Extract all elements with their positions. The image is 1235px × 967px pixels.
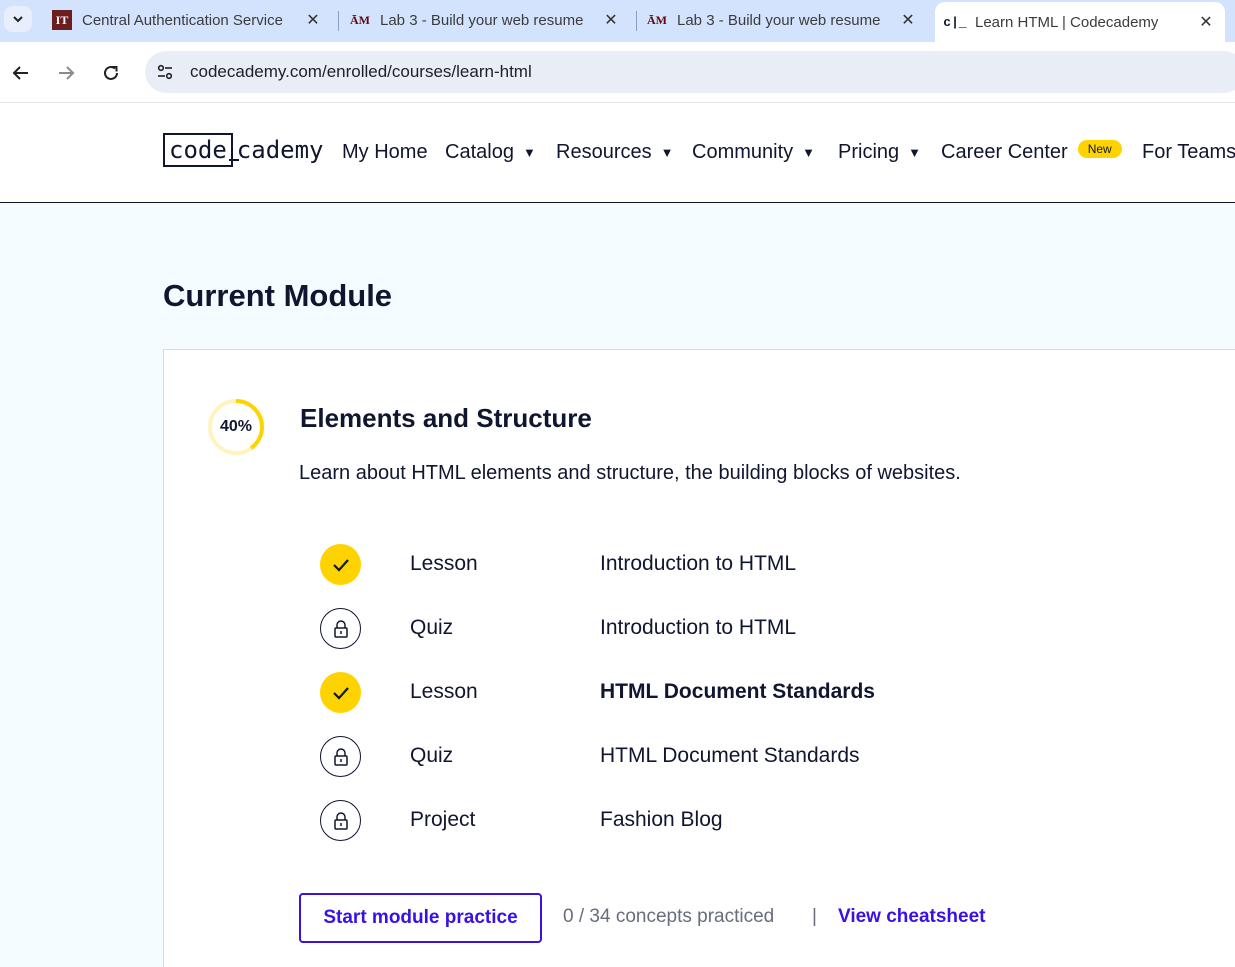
close-icon[interactable]: ✕ xyxy=(602,10,620,30)
item-name: Introduction to HTML xyxy=(600,616,797,639)
nav-pricing[interactable]: Pricing ▼ xyxy=(838,141,921,164)
tune-icon xyxy=(157,64,173,80)
item-name: HTML Document Standards xyxy=(600,680,875,703)
codecademy-logo[interactable]: code cademy xyxy=(163,133,324,167)
tab-separator xyxy=(338,11,339,31)
tab-lab3-resume-1[interactable]: ĀM Lab 3 - Build your web resume ✕ xyxy=(350,0,632,40)
caret-down-icon: ▼ xyxy=(522,145,536,160)
item-type: Quiz xyxy=(410,744,454,767)
caret-down-icon: ▼ xyxy=(660,145,674,160)
nav-label: Catalog xyxy=(445,141,514,163)
item-type: Lesson xyxy=(410,552,478,575)
view-cheatsheet-link[interactable]: View cheatsheet xyxy=(838,906,986,928)
logo-box-text: code xyxy=(163,133,233,167)
back-button[interactable] xyxy=(8,60,34,86)
lock-icon xyxy=(320,736,361,777)
item-name: HTML Document Standards xyxy=(600,744,860,767)
nav-community[interactable]: Community ▼ xyxy=(692,141,815,164)
start-module-practice-button[interactable]: Start module practice xyxy=(299,893,542,943)
nav-label: Community xyxy=(692,141,794,163)
new-badge: New xyxy=(1077,139,1122,158)
module-item-row[interactable]: Lesson HTML Document Standards xyxy=(320,672,1020,714)
module-item-row[interactable]: Project Fashion Blog xyxy=(320,800,1020,842)
arrow-left-icon xyxy=(12,66,28,80)
tamu-favicon-icon: ĀM xyxy=(647,12,667,27)
tab-title: Lab 3 - Build your web resume xyxy=(677,11,881,29)
nav-label: My Home xyxy=(342,141,428,163)
tamu-favicon-icon: ĀM xyxy=(350,12,370,27)
logo-rest-text: cademy xyxy=(236,136,324,164)
item-type: Quiz xyxy=(410,616,454,639)
site-info-button[interactable] xyxy=(153,60,177,84)
item-name: Fashion Blog xyxy=(600,808,723,831)
nav-label: Pricing xyxy=(838,141,900,163)
caret-down-icon: ▼ xyxy=(802,145,816,160)
close-icon[interactable]: ✕ xyxy=(1197,12,1215,32)
lock-icon xyxy=(320,608,361,649)
module-description: Learn about HTML elements and structure,… xyxy=(299,462,961,484)
checkmark-icon xyxy=(320,672,361,713)
nav-resources[interactable]: Resources ▼ xyxy=(556,141,673,164)
site-header: code cademy My Home Catalog ▼ Resources ▼… xyxy=(0,103,1235,203)
nav-label: For Teams xyxy=(1142,141,1235,163)
nav-label: Career Center xyxy=(941,141,1068,163)
caret-down-icon: ▼ xyxy=(908,145,922,160)
module-item-row[interactable]: Lesson Introduction to HTML xyxy=(320,544,1020,586)
address-bar[interactable]: codecademy.com/enrolled/courses/learn-ht… xyxy=(145,51,1235,93)
close-icon[interactable]: ✕ xyxy=(304,10,322,30)
item-type: Lesson xyxy=(410,680,478,703)
tab-separator xyxy=(636,11,637,31)
item-type: Project xyxy=(410,808,476,831)
progress-percent: 40% xyxy=(219,418,253,435)
tab-search-button[interactable] xyxy=(4,6,32,32)
tab-title: Lab 3 - Build your web resume xyxy=(380,11,584,29)
url-text: codecademy.com/enrolled/courses/learn-ht… xyxy=(190,62,532,81)
reload-icon xyxy=(104,65,118,80)
nav-label: Resources xyxy=(556,141,652,163)
chevron-down-icon xyxy=(13,16,23,23)
checkmark-icon xyxy=(320,544,361,585)
module-item-row[interactable]: Quiz Introduction to HTML xyxy=(320,608,1020,650)
forward-button[interactable] xyxy=(53,60,79,86)
tab-central-auth[interactable]: IT Central Authentication Service ✕ xyxy=(52,0,334,40)
module-item-row[interactable]: Quiz HTML Document Standards xyxy=(320,736,1020,778)
browser-tab-strip: IT Central Authentication Service ✕ ĀM L… xyxy=(0,0,1235,42)
tab-title: Central Authentication Service xyxy=(82,11,283,29)
tab-learn-html[interactable]: c|_ Learn HTML | Codecademy ✕ xyxy=(935,2,1225,42)
tab-lab3-resume-2[interactable]: ĀM Lab 3 - Build your web resume ✕ xyxy=(647,0,929,40)
nav-career-center[interactable]: Career Center New xyxy=(941,139,1122,164)
codecademy-favicon-icon: c|_ xyxy=(943,14,967,30)
module-card xyxy=(163,349,1235,967)
divider: | xyxy=(812,906,817,927)
nav-catalog[interactable]: Catalog ▼ xyxy=(445,141,536,164)
nav-for-teams[interactable]: For Teams xyxy=(1142,141,1235,164)
tab-title: Learn HTML | Codecademy xyxy=(975,13,1159,31)
close-icon[interactable]: ✕ xyxy=(899,10,917,30)
page-title: Current Module xyxy=(163,278,393,313)
browser-toolbar: codecademy.com/enrolled/courses/learn-ht… xyxy=(0,42,1235,103)
arrow-right-icon xyxy=(59,66,75,80)
lock-icon xyxy=(320,800,361,841)
concepts-practiced-text: 0 / 34 concepts practiced xyxy=(563,906,775,927)
item-name: Introduction to HTML xyxy=(600,552,797,575)
module-title: Elements and Structure xyxy=(300,403,592,433)
nav-my-home[interactable]: My Home xyxy=(342,141,428,164)
it-favicon-icon: IT xyxy=(52,10,72,30)
reload-button[interactable] xyxy=(98,60,124,86)
